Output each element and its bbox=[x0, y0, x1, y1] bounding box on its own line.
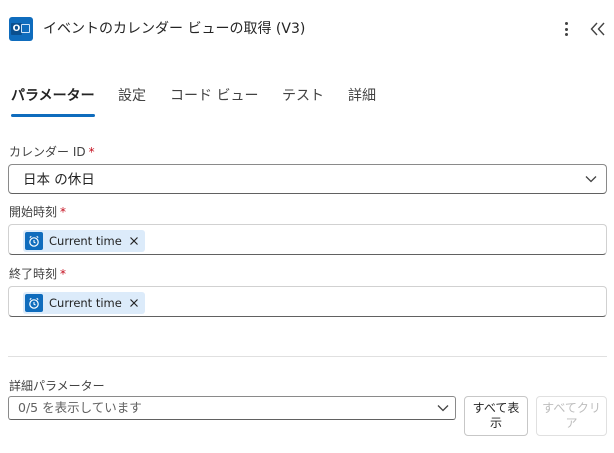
collapse-double-chevron-icon[interactable] bbox=[588, 18, 608, 40]
token-label: Current time bbox=[49, 296, 122, 310]
advanced-parameters-dropdown[interactable]: 0/5 を表示しています bbox=[8, 396, 456, 420]
calendar-id-label: カレンダー ID * bbox=[9, 144, 95, 160]
start-time-input[interactable]: Current time bbox=[8, 224, 607, 255]
alarm-clock-icon bbox=[25, 294, 43, 312]
end-time-label-text: 終了時刻 bbox=[9, 267, 58, 281]
tab-details[interactable]: 詳細 bbox=[348, 84, 376, 118]
tab-code-view[interactable]: コード ビュー bbox=[170, 84, 258, 118]
required-mark: * bbox=[60, 205, 67, 219]
start-time-label-text: 開始時刻 bbox=[9, 205, 58, 219]
end-time-label: 終了時刻 * bbox=[9, 266, 66, 282]
token-label: Current time bbox=[49, 234, 122, 248]
end-time-input[interactable]: Current time bbox=[8, 286, 607, 317]
remove-token-icon[interactable] bbox=[129, 236, 139, 246]
tab-settings[interactable]: 設定 bbox=[118, 84, 146, 118]
chevron-down-icon bbox=[437, 405, 449, 412]
tab-list: パラメーター 設定 コード ビュー テスト 詳細 bbox=[0, 84, 614, 120]
action-title: イベントのカレンダー ビューの取得 (V3) bbox=[43, 21, 306, 37]
show-all-button[interactable]: すべて表示 bbox=[464, 396, 528, 436]
outlook-icon: O bbox=[9, 17, 33, 41]
calendar-id-dropdown[interactable]: 日本 の休日 bbox=[8, 164, 607, 194]
clear-all-button: すべてクリア bbox=[536, 396, 607, 436]
section-divider bbox=[8, 356, 607, 357]
more-vertical-icon[interactable] bbox=[555, 17, 577, 41]
calendar-id-value: 日本 の休日 bbox=[23, 172, 95, 188]
alarm-clock-icon bbox=[25, 232, 43, 250]
required-mark: * bbox=[88, 145, 95, 159]
required-mark: * bbox=[60, 267, 67, 281]
start-time-label: 開始時刻 * bbox=[9, 204, 66, 220]
tab-test[interactable]: テスト bbox=[282, 84, 324, 118]
calendar-id-label-text: カレンダー ID bbox=[9, 145, 86, 159]
tab-parameters[interactable]: パラメーター bbox=[11, 84, 95, 118]
panel-header: O イベントのカレンダー ビューの取得 (V3) bbox=[0, 0, 614, 60]
remove-token-icon[interactable] bbox=[129, 298, 139, 308]
chevron-down-icon bbox=[585, 176, 597, 183]
current-time-token[interactable]: Current time bbox=[23, 292, 145, 314]
current-time-token[interactable]: Current time bbox=[23, 230, 145, 252]
advanced-parameters-value: 0/5 を表示しています bbox=[18, 400, 142, 415]
advanced-parameters-label: 詳細パラメーター bbox=[9, 379, 105, 393]
